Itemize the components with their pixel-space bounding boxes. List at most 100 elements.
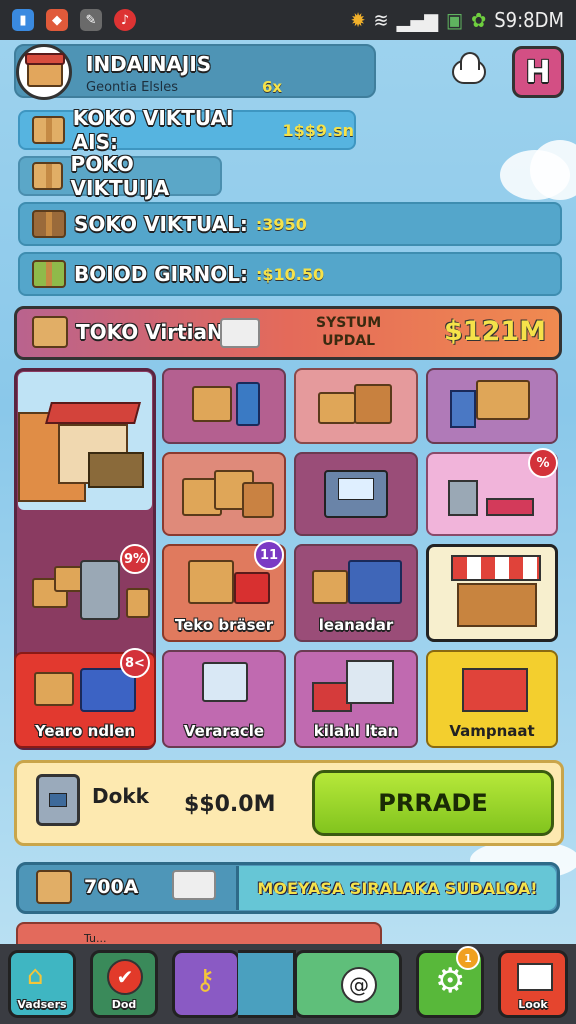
crate-icon [242, 482, 274, 518]
trade-button[interactable]: PRRADE [312, 770, 554, 836]
app-icon: ▮ [12, 9, 34, 31]
tile-boxes[interactable] [294, 368, 418, 444]
tile-caption: Yearo ndlen [34, 722, 136, 740]
tile-goods[interactable] [162, 368, 286, 444]
tile-market-stall[interactable] [426, 544, 558, 642]
row-soko[interactable]: SOKO VIKTUAL: :3950 [18, 202, 562, 246]
nav-label: Vadsers [17, 998, 67, 1011]
crate-icon [476, 380, 530, 420]
nav-chat[interactable]: @ [294, 950, 402, 1018]
tile-leanadar[interactable]: leanadar [294, 544, 418, 642]
settings-cloud-icon[interactable] [448, 52, 490, 88]
player-title: INDAINAJIS [86, 52, 212, 76]
box-icon [36, 870, 72, 904]
computer-icon [346, 660, 394, 704]
box-icon [32, 116, 65, 144]
row-label: POKO VIKTUIJA [70, 152, 170, 200]
pos-terminal-icon [324, 470, 388, 518]
row-label: KOKO VIKTUAI AIS: [72, 106, 234, 154]
nav-label: Look [518, 998, 548, 1011]
status-bar: ▮ ◆ ✎ ♪ ✹ ≋ ▂▄▆ ▣ ✿ S9:8DM [0, 0, 576, 40]
safe-icon [36, 774, 80, 826]
clock-text: S9:8DM [494, 8, 564, 32]
tile-pos[interactable] [294, 452, 418, 536]
app-icon: ♪ [114, 9, 136, 31]
tile-delivery[interactable] [426, 368, 558, 444]
image-icon: ▣ [446, 8, 464, 32]
badge: 8< [120, 648, 150, 678]
row-label: BOIOD GIRNOL: [74, 262, 248, 286]
nav-vadsers[interactable]: ⌂ Vadsers [8, 950, 76, 1018]
badge: 11 [254, 540, 284, 570]
tile-caption: kilahl ltan [313, 722, 399, 740]
player-subtitle: Geontia Elsles [86, 80, 179, 95]
tile-veraracle[interactable]: Veraracle [162, 650, 286, 748]
stand-icon [172, 870, 216, 900]
notice-message: MOEYASA SIRALAKA SUDALOA! [236, 866, 556, 910]
nav-label: Dod [111, 998, 137, 1011]
check-icon: ✔ [107, 959, 143, 995]
basket-icon [348, 560, 402, 604]
box-icon [32, 210, 66, 238]
badge: % [528, 448, 558, 478]
row-koko[interactable]: KOKO VIKTUAI AIS: 1$$9.sn [18, 106, 356, 154]
tile-kilahl[interactable]: kilahl ltan [294, 650, 418, 748]
nav-look[interactable]: Look [498, 950, 568, 1018]
stand-icon [220, 318, 260, 348]
row-value: :3950 [255, 214, 307, 234]
app-icon: ✎ [80, 9, 102, 31]
row-value: 1$$9.sn [282, 120, 354, 140]
nav-badge: 1 [456, 946, 480, 970]
list-icon [517, 963, 553, 991]
chat-icon: @ [341, 967, 377, 1003]
banner-value: $121M [444, 316, 547, 347]
tile-caption: Veraracle [183, 722, 265, 740]
crate-icon [126, 588, 150, 618]
scale-icon [448, 480, 478, 516]
row-boiod[interactable]: BOIOD GIRNOL: :$10.50 [18, 252, 562, 296]
app-icon: ◆ [46, 9, 68, 31]
signal-icon: ▂▄▆ [396, 8, 439, 32]
nav-blank[interactable] [238, 950, 296, 1018]
tile-caption: Vampnaat [449, 722, 535, 740]
device-icon [450, 390, 476, 428]
nav-key[interactable]: ⚷ [172, 950, 240, 1018]
key-icon: ⚷ [195, 963, 216, 996]
sun-icon: ✹ [350, 8, 366, 32]
tile-caption: leanadar [318, 616, 394, 634]
box-icon [32, 316, 68, 348]
tile-caption: Teko bräser [174, 616, 274, 634]
toy-icon [234, 572, 270, 604]
notice-label: 700A [84, 876, 139, 898]
trade-label: Dokk [92, 784, 149, 808]
phone-icon [236, 382, 260, 426]
row-value: :$10.50 [256, 264, 325, 284]
awning-icon [451, 555, 541, 581]
stall-icon [457, 583, 537, 627]
tile-vampnaat[interactable]: Vampnaat [426, 650, 558, 748]
badge: 9% [120, 544, 150, 574]
wifi-icon: ≋ [373, 8, 389, 32]
store-icon [462, 668, 528, 712]
cart-icon [486, 498, 534, 516]
crate-icon [354, 384, 392, 424]
home-icon: ⌂ [27, 961, 44, 991]
row-poko[interactable]: POKO VIKTUIJA [18, 152, 222, 200]
row-label: SOKO VIKTUAL: [74, 212, 248, 236]
nav-dod[interactable]: ✔ Dod [90, 950, 158, 1018]
crate-icon [318, 392, 356, 424]
register-icon [80, 560, 120, 620]
crate-icon [188, 560, 234, 604]
box-icon [32, 162, 63, 190]
multiplier: 6x [262, 78, 283, 96]
tile-crates[interactable] [162, 452, 286, 536]
banner-label: TOKO VirtiaN [76, 320, 224, 344]
box-icon [32, 260, 66, 288]
shop-building-image [18, 372, 152, 510]
trade-value: $$0.0M [184, 792, 276, 817]
banner-system-line1: SYSTUM [316, 315, 382, 331]
h-button[interactable]: H [512, 46, 564, 98]
gear-icon: ✿ [471, 8, 487, 32]
avatar[interactable] [16, 44, 72, 100]
crate-icon [312, 570, 348, 604]
